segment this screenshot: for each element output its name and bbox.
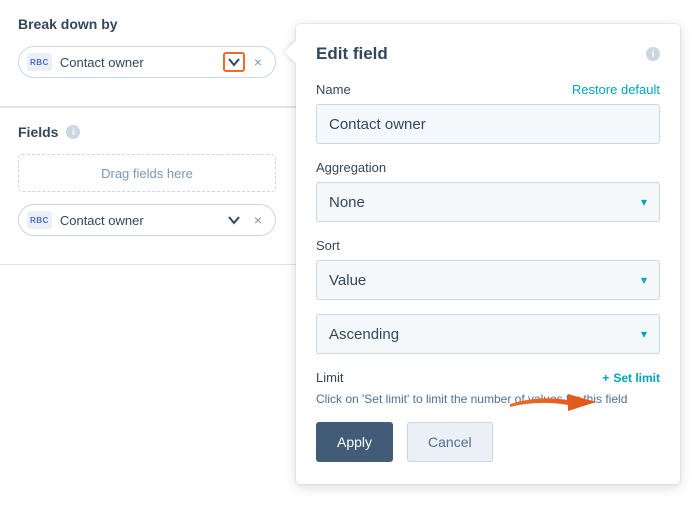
chevron-down-icon[interactable] — [223, 52, 245, 72]
sort-label: Sort — [316, 238, 660, 253]
abc-badge-icon: RBC — [27, 211, 52, 229]
chevron-down-icon: ▾ — [641, 195, 647, 209]
left-panel: Break down by RBC Contact owner × Fields… — [0, 0, 296, 265]
name-label: Name — [316, 82, 351, 97]
popover-buttons: Apply Cancel — [316, 422, 660, 462]
right-edge-frag — [686, 110, 696, 150]
edit-field-popover: Edit field i Name Restore default Aggreg… — [296, 24, 680, 484]
aggregation-value: None — [329, 194, 365, 211]
restore-default-link[interactable]: Restore default — [572, 82, 660, 97]
cancel-button[interactable]: Cancel — [407, 422, 493, 462]
chevron-down-icon: ▾ — [641, 273, 647, 287]
sort-by-select[interactable]: Value ▾ — [316, 260, 660, 300]
popover-header: Edit field i — [316, 44, 660, 64]
sort-direction-value: Ascending — [329, 326, 399, 343]
breakdown-chip-label: Contact owner — [60, 55, 223, 70]
breakdown-section: Break down by RBC Contact owner × — [0, 0, 296, 107]
limit-label: Limit — [316, 370, 343, 385]
fields-title-label: Fields — [18, 124, 58, 140]
close-icon[interactable]: × — [251, 54, 265, 70]
fields-chip-label: Contact owner — [60, 213, 223, 228]
breakdown-title: Break down by — [18, 16, 278, 32]
aggregation-label: Aggregation — [316, 160, 660, 175]
name-row: Name Restore default — [316, 82, 660, 144]
plus-icon: + — [602, 371, 609, 385]
set-limit-text: Set limit — [613, 371, 660, 385]
fields-chip[interactable]: RBC Contact owner × — [18, 204, 276, 236]
sort-row: Sort Value ▾ Ascending ▾ — [316, 238, 660, 354]
info-icon[interactable]: i — [646, 47, 660, 61]
breakdown-chip[interactable]: RBC Contact owner × — [18, 46, 276, 78]
info-icon[interactable]: i — [66, 125, 80, 139]
aggregation-select[interactable]: None ▾ — [316, 182, 660, 222]
popover-title: Edit field — [316, 44, 388, 64]
aggregation-row: Aggregation None ▾ — [316, 160, 660, 222]
fields-dropzone[interactable]: Drag fields here — [18, 154, 276, 192]
chevron-down-icon[interactable] — [223, 210, 245, 230]
sort-by-value: Value — [329, 272, 366, 289]
limit-row: Limit + Set limit Click on 'Set limit' t… — [316, 370, 660, 406]
close-icon[interactable]: × — [251, 212, 265, 228]
sort-direction-select[interactable]: Ascending ▾ — [316, 314, 660, 354]
chevron-down-icon: ▾ — [641, 327, 647, 341]
limit-help-text: Click on 'Set limit' to limit the number… — [316, 392, 660, 406]
fields-section: Fields i Drag fields here RBC Contact ow… — [0, 107, 296, 265]
limit-label-row: Limit + Set limit — [316, 370, 660, 385]
set-limit-link[interactable]: + Set limit — [602, 371, 660, 385]
name-label-row: Name Restore default — [316, 82, 660, 97]
name-input[interactable] — [316, 104, 660, 144]
fields-title: Fields i — [18, 124, 278, 140]
apply-button[interactable]: Apply — [316, 422, 393, 462]
abc-badge-icon: RBC — [27, 53, 52, 71]
